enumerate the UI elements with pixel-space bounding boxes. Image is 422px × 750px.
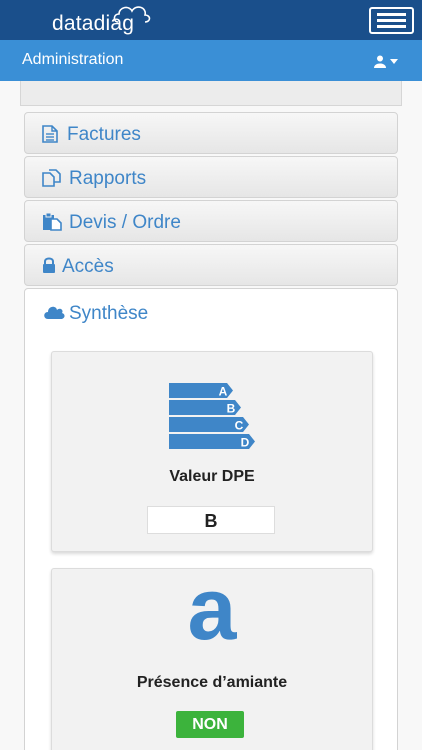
amiante-letter-icon: a: [187, 559, 237, 658]
amiante-status-badge: NON: [176, 711, 244, 738]
section-label: Rapports: [69, 168, 147, 189]
logo-cloud-icon: [113, 6, 151, 23]
header-well: [20, 81, 402, 106]
user-menu-button[interactable]: [374, 53, 404, 69]
scale-letter-c: C: [235, 419, 244, 433]
scale-letter-d: D: [241, 436, 250, 450]
section-synthese: Synthèse A B C D Valeur DPE B a Présence…: [24, 288, 398, 750]
scale-letter-b: B: [227, 402, 236, 416]
top-navbar: datadiag: [0, 0, 422, 40]
page-title: Administration: [22, 51, 124, 68]
dpe-title: Valeur DPE: [169, 468, 255, 485]
section-label: Factures: [67, 124, 141, 145]
section-factures[interactable]: Factures: [24, 112, 398, 154]
datadiag-logo[interactable]: datadiag: [52, 2, 152, 36]
scale-letter-a: A: [219, 385, 228, 399]
copy-icon: [42, 169, 61, 187]
lock-icon: [43, 257, 55, 273]
section-label[interactable]: Synthèse: [69, 303, 148, 325]
caret-down-icon: [390, 59, 398, 64]
cloud-icon[interactable]: [43, 305, 65, 319]
file-text-icon: [42, 125, 58, 143]
clipboard-icon: [43, 213, 62, 231]
energy-rating-icon: A B C D: [169, 383, 255, 449]
dpe-value: B: [147, 506, 275, 534]
dpe-card: A B C D Valeur DPE B: [51, 351, 373, 552]
section-label: Accès: [62, 256, 114, 277]
admin-bar: Administration: [0, 40, 422, 81]
section-devis-ordre[interactable]: Devis / Ordre: [24, 200, 398, 242]
user-icon: [374, 55, 386, 68]
amiante-title: Présence d’amiante: [136, 674, 288, 691]
section-label: Devis / Ordre: [69, 212, 181, 233]
main-content: Factures Rapports Devis / Ordre Accès Sy…: [0, 81, 422, 750]
amiante-card: a Présence d’amiante NON: [51, 559, 373, 750]
hamburger-menu-button[interactable]: [369, 7, 414, 34]
section-acces[interactable]: Accès: [24, 244, 398, 286]
section-rapports[interactable]: Rapports: [24, 156, 398, 198]
